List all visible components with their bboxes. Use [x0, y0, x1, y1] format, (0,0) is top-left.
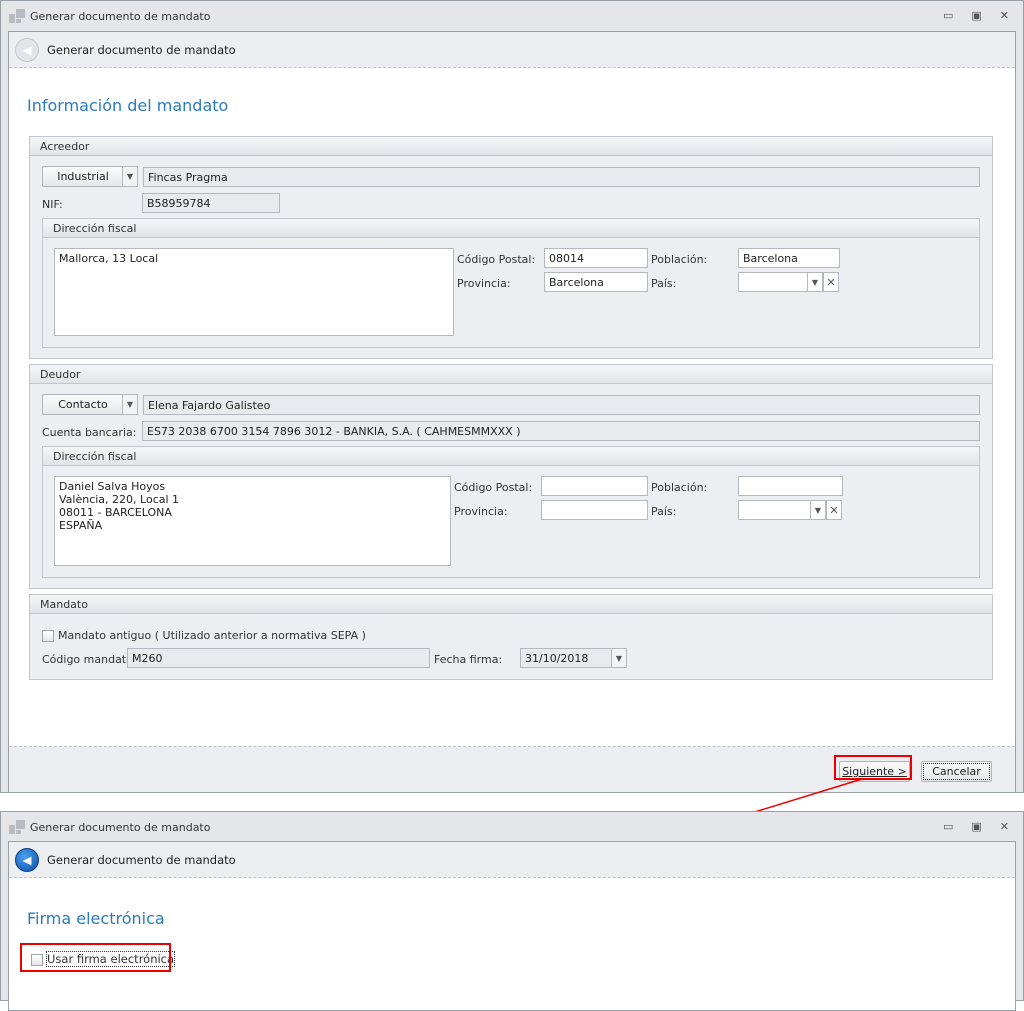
back-icon[interactable]: ◀: [15, 847, 39, 872]
close-icon[interactable]: ✕: [1000, 820, 1009, 833]
app-icon: [9, 820, 25, 834]
minimize-icon[interactable]: ▭: [943, 820, 953, 833]
header-title: Generar documento de mandato: [47, 852, 236, 867]
window-step2: Generar documento de mandato ▭ ▣ ✕ ◀ Gener…: [0, 811, 1024, 1011]
page-title: Firma electrónica: [27, 909, 165, 928]
title-bar: Generar documento de mandato ▭ ▣ ✕: [1, 812, 1023, 842]
highlight-checkbox: [20, 943, 171, 972]
maximize-icon[interactable]: ▣: [971, 820, 981, 833]
wizard-header: ◀ Generar documento de mandato: [9, 842, 1015, 878]
window-title: Generar documento de mandato: [30, 820, 211, 834]
